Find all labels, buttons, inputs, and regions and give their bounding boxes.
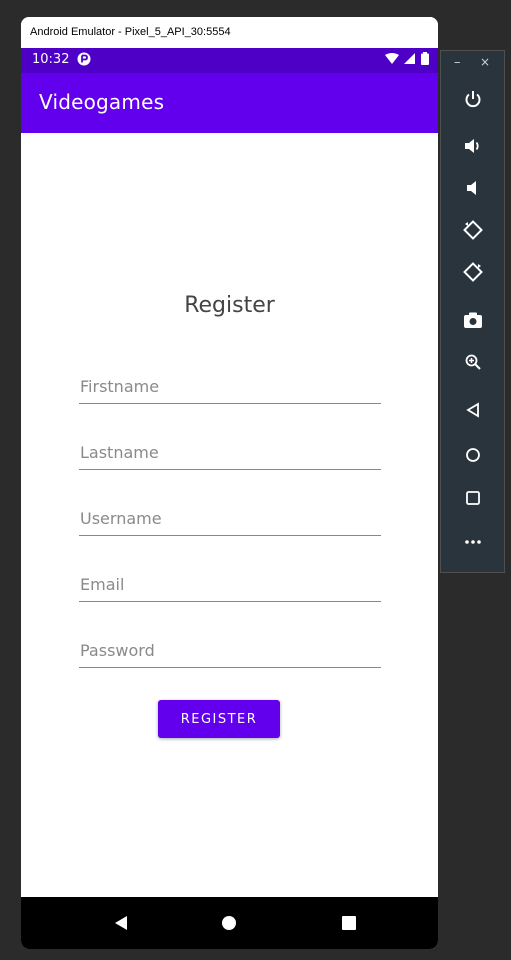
screenshot-button[interactable]	[441, 305, 504, 335]
battery-icon	[421, 52, 429, 65]
back-icon	[115, 916, 127, 930]
volume-up-button[interactable]	[441, 131, 504, 161]
lastname-field[interactable]	[79, 435, 381, 470]
lastname-input[interactable]	[79, 435, 381, 469]
volume-down-icon	[466, 181, 476, 195]
register-heading: Register	[184, 293, 275, 318]
username-input[interactable]	[79, 501, 381, 535]
home-icon	[465, 448, 480, 462]
home-icon	[222, 916, 236, 930]
emulator-side-panel: – ×	[440, 50, 505, 573]
firstname-input[interactable]	[79, 369, 381, 403]
emulator-window: Android Emulator - Pixel_5_API_30:5554 1…	[21, 17, 438, 949]
recents-icon	[342, 916, 356, 930]
emulator-overview-button[interactable]	[441, 483, 504, 513]
username-field[interactable]	[79, 501, 381, 536]
overview-icon	[465, 491, 480, 505]
register-screen: Register REGISTER	[21, 133, 438, 897]
window-title: Android Emulator - Pixel_5_API_30:5554	[21, 17, 438, 48]
zoom-button[interactable]	[441, 347, 504, 377]
password-field[interactable]	[79, 633, 381, 668]
firstname-field[interactable]	[79, 369, 381, 404]
camera-icon	[463, 312, 482, 328]
rotate-left-button[interactable]	[441, 215, 504, 245]
rotate-right-button[interactable]	[441, 257, 504, 287]
rotate-right-icon	[462, 262, 483, 282]
status-time: 10:32	[32, 52, 70, 67]
notification-app-icon	[77, 52, 91, 70]
register-button[interactable]: REGISTER	[158, 700, 280, 738]
email-field[interactable]	[79, 567, 381, 602]
password-input[interactable]	[79, 633, 381, 667]
nav-back-button[interactable]	[91, 897, 151, 949]
close-button[interactable]: ×	[480, 55, 494, 69]
emulator-home-button[interactable]	[441, 440, 504, 470]
more-button[interactable]	[441, 527, 504, 557]
more-icon	[464, 540, 481, 544]
app-title: Videogames	[39, 90, 165, 114]
signal-icon	[404, 52, 416, 64]
zoom-icon	[465, 354, 481, 370]
volume-down-button[interactable]	[441, 173, 504, 203]
nav-recents-button[interactable]	[319, 897, 379, 949]
status-bar: 10:32	[21, 48, 438, 73]
app-bar: Videogames	[21, 73, 438, 133]
emulator-back-button[interactable]	[441, 395, 504, 425]
navigation-bar	[21, 897, 438, 949]
volume-up-icon	[464, 139, 479, 153]
email-input[interactable]	[79, 567, 381, 601]
status-icons	[385, 51, 429, 65]
rotate-left-icon	[462, 220, 483, 240]
power-icon	[465, 91, 480, 108]
nav-home-button[interactable]	[199, 897, 259, 949]
back-icon	[465, 402, 479, 418]
wifi-icon	[385, 52, 400, 64]
power-button[interactable]	[441, 84, 504, 114]
minimize-button[interactable]: –	[454, 55, 468, 70]
